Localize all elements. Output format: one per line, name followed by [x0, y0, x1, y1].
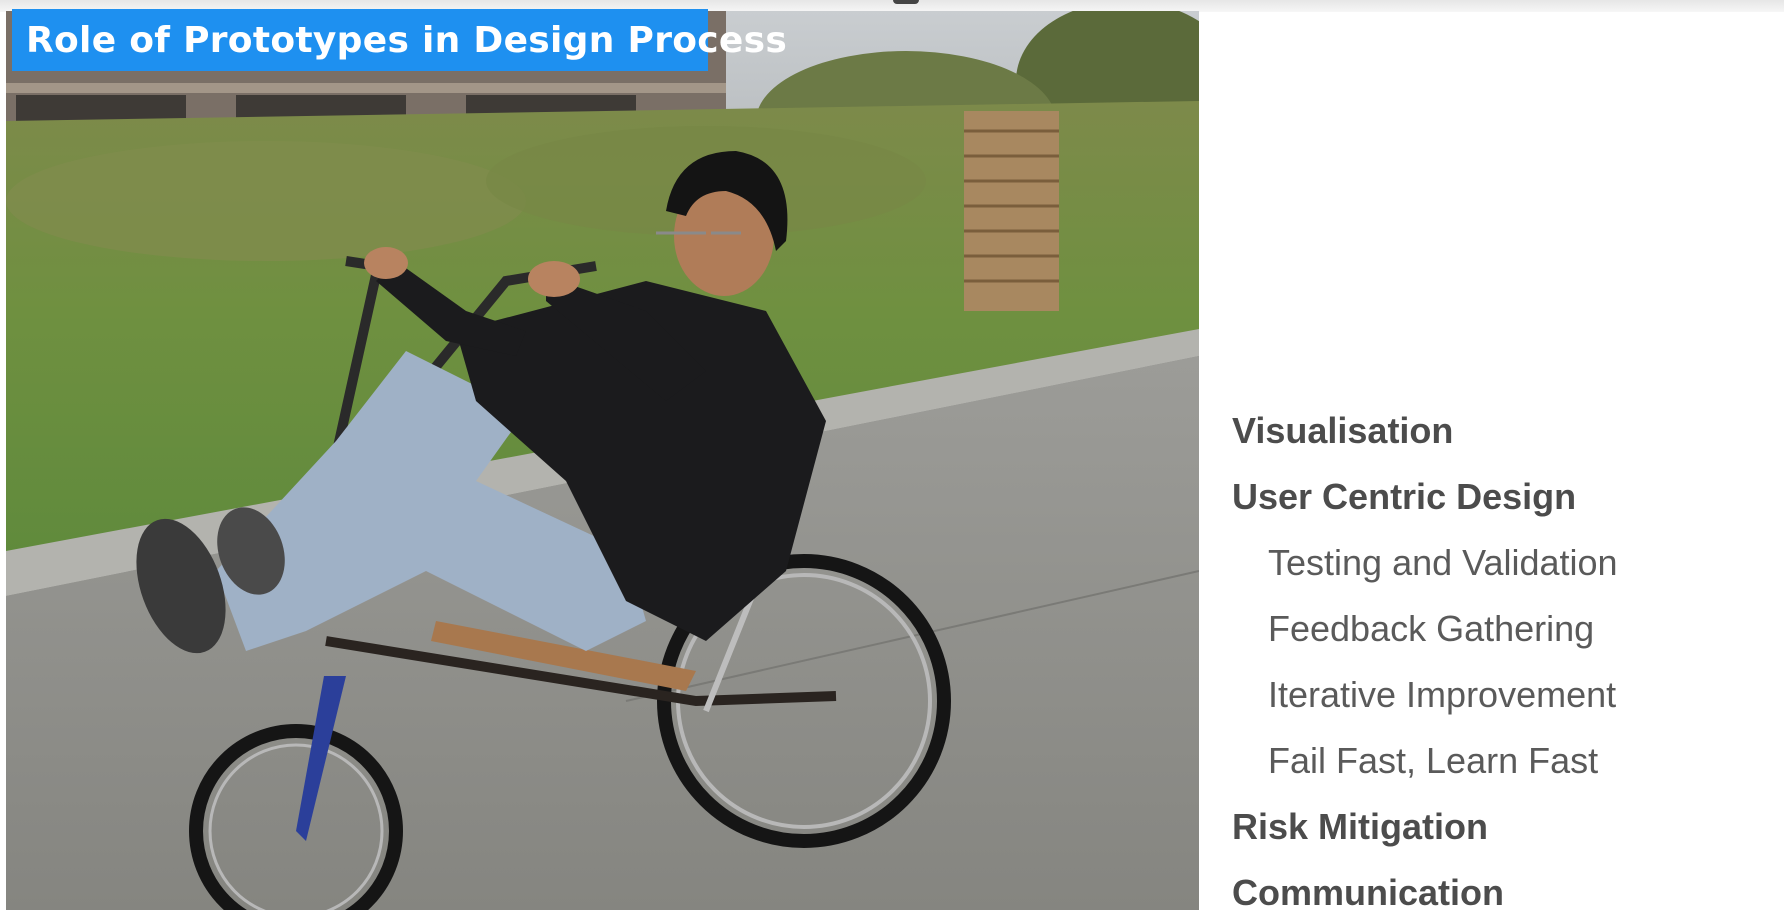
- slide-title-banner: Role of Prototypes in Design Process: [12, 9, 787, 71]
- slide-photo: [6, 11, 1199, 910]
- slide: Role of Prototypes in Design Process Vis…: [0, 0, 1784, 921]
- topic-risk-mitigation: Risk Mitigation: [1232, 806, 1489, 847]
- subtopic-iterative-improvement: Iterative Improvement: [1268, 674, 1617, 715]
- subtopic-feedback-gathering: Feedback Gathering: [1268, 608, 1595, 649]
- topic-communication: Communication: [1232, 872, 1505, 913]
- recumbent-tricycle-photo: [6, 11, 1199, 910]
- subtopic-testing-and-validation: Testing and Validation: [1268, 542, 1618, 583]
- subtopic-fail-fast-learn-fast: Fail Fast, Learn Fast: [1268, 740, 1599, 781]
- slide-title: Role of Prototypes in Design Process: [26, 19, 788, 61]
- topic-list: Visualisation User Centric Design Testin…: [1232, 398, 1772, 921]
- camera-notch: [893, 0, 919, 4]
- topic-visualisation: Visualisation: [1232, 410, 1454, 451]
- topic-user-centric-design: User Centric Design: [1232, 476, 1577, 517]
